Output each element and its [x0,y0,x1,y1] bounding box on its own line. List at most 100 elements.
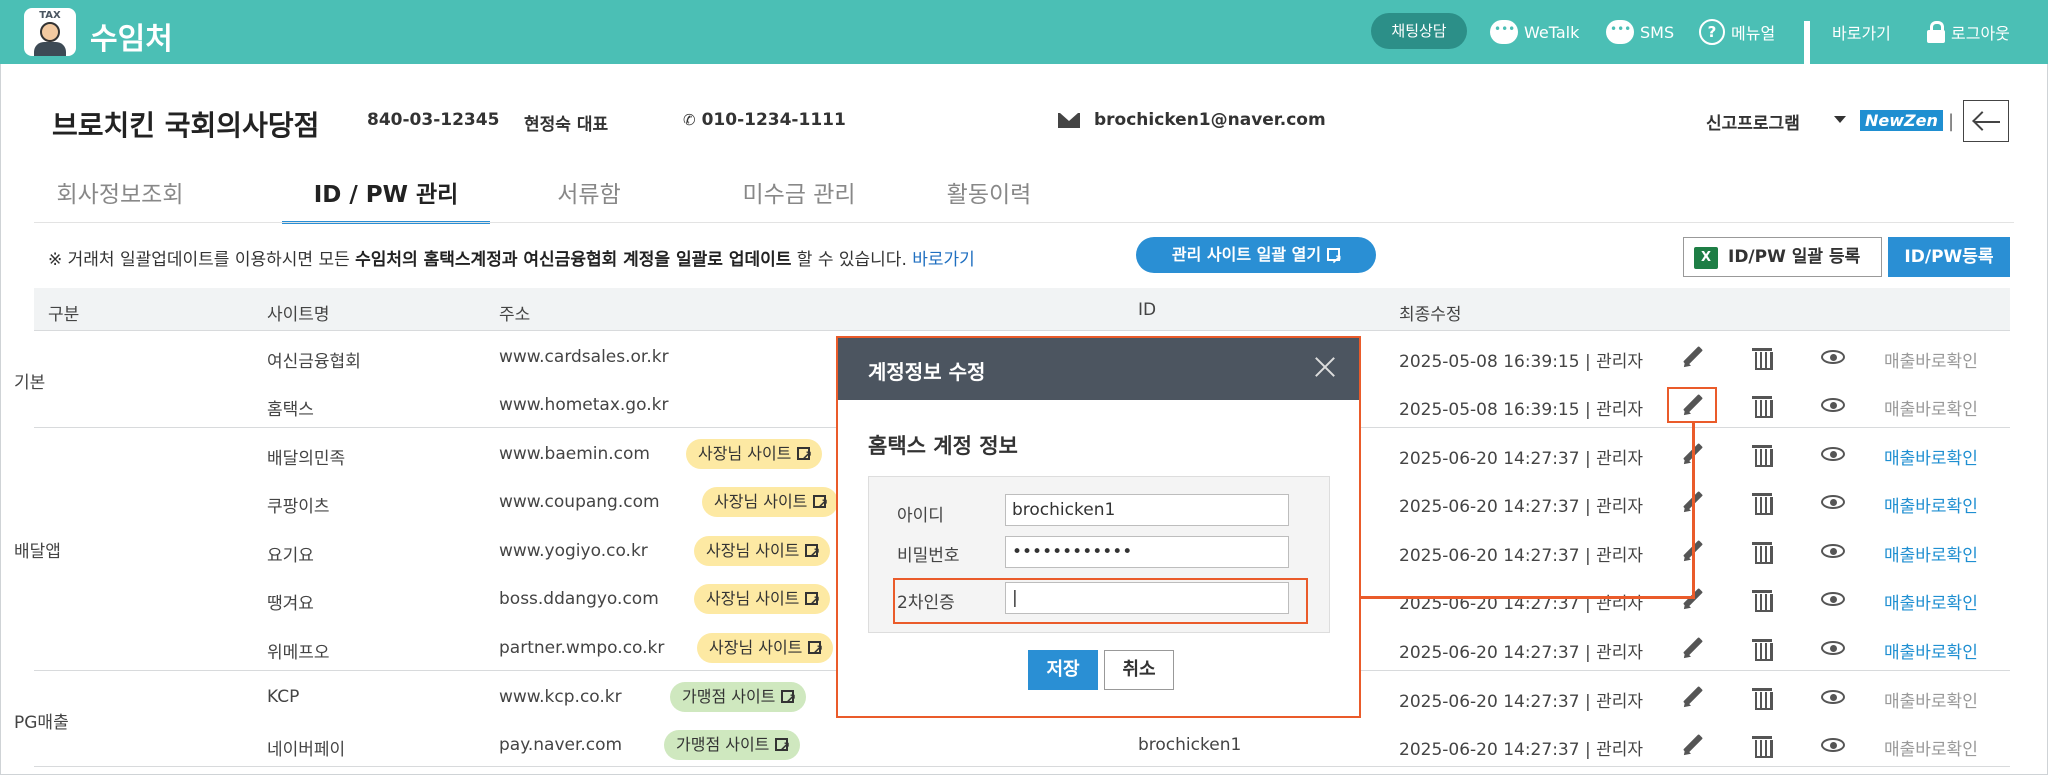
id-input[interactable]: brochicken1 [1005,494,1289,526]
external-link-icon [805,587,820,617]
site-link-tag[interactable]: 사장님 사이트 [702,487,839,520]
otp-label: 2차인증 [897,593,955,613]
tag-label: 사장님 사이트 [706,541,800,560]
wetalk-label: WeTalk [1524,22,1580,42]
tab-id-pw[interactable]: ID / PW 관리 [282,170,490,224]
delete-trash-icon[interactable] [1752,637,1774,661]
logout-label: 로그아웃 [1951,24,2010,43]
tag-label: 사장님 사이트 [706,589,800,608]
site-url: boss.ddangyo.com [499,589,659,609]
table-header: 구분 사이트명 주소 ID 최종수정 [34,288,2010,331]
chevron-down-icon[interactable] [1834,116,1846,123]
sms-link[interactable]: SMS [1606,16,1674,48]
email: brochicken1@naver.com [1094,110,1326,130]
delete-trash-icon[interactable] [1752,394,1774,418]
site-link-tag[interactable]: 가맹점 사이트 [670,682,807,715]
last-modified: 2025-06-20 14:27:37 | 관리자 [1399,643,1644,663]
delete-trash-icon[interactable] [1752,491,1774,515]
manual-link[interactable]: ? 메뉴얼 [1699,16,1775,48]
sales-check-link[interactable]: 매출바로확인 [1884,395,1978,420]
bulk-register-button[interactable]: X ID/PW 일괄 등록 [1683,237,1882,277]
site-name: 쿠팡이츠 [267,497,330,517]
sales-check-link[interactable]: 매출바로확인 [1884,638,1978,663]
delete-trash-icon[interactable] [1752,734,1774,758]
tag-label: 가맹점 사이트 [682,687,776,706]
register-button[interactable]: ID/PW등록 [1888,237,2010,277]
external-link-icon [797,442,812,472]
top-bar: TAX 수임처 채팅상담 WeTalk SMS ? 메뉴얼 바로가기 로그아웃 [0,0,2048,75]
view-eye-icon[interactable] [1821,495,1845,509]
last-modified: 2025-06-20 14:27:37 | 관리자 [1399,449,1644,469]
manual-label: 메뉴얼 [1731,24,1776,43]
site-name: 네이버페이 [267,740,346,760]
external-link-icon [775,733,790,763]
site-link-tag[interactable]: 가맹점 사이트 [664,730,801,763]
save-button[interactable]: 저장 [1028,650,1098,690]
report-program-select[interactable]: 신고프로그램 [1706,109,1800,134]
site-link-tag[interactable]: 사장님 사이트 [694,536,831,569]
tab-receivables[interactable]: 미수금 관리 [694,170,904,224]
shortcut-text-link[interactable]: 바로가기 [912,250,975,270]
view-eye-icon[interactable] [1821,447,1845,461]
sales-check-link[interactable]: 매출바로확인 [1884,687,1978,712]
view-eye-icon[interactable] [1821,592,1845,606]
delete-trash-icon[interactable] [1752,346,1774,370]
wetalk-icon [1490,20,1518,44]
view-eye-icon[interactable] [1821,544,1845,558]
site-url: partner.wmpo.co.kr [499,638,665,658]
sales-check-link[interactable]: 매출바로확인 [1884,735,1978,760]
view-eye-icon[interactable] [1821,738,1845,752]
view-eye-icon[interactable] [1821,350,1845,364]
tab-documents[interactable]: 서류함 [514,170,664,224]
site-name: 배달의민족 [267,449,346,469]
chat-consult-button[interactable]: 채팅상담 [1371,13,1467,49]
edit-account-modal: 계정정보 수정 홈택스 계정 정보 아이디 brochicken1 비밀번호 •… [836,336,1361,718]
lock-icon [1927,21,1945,43]
tag-label: 가맹점 사이트 [676,735,770,754]
view-eye-icon[interactable] [1821,398,1845,412]
open-sites-button[interactable]: 관리 사이트 일괄 열기 [1136,237,1376,279]
header-category: 구분 [48,305,80,325]
site-link-tag[interactable]: 사장님 사이트 [694,584,831,617]
sales-check-link[interactable]: 매출바로확인 [1884,589,1978,614]
view-eye-icon[interactable] [1821,641,1845,655]
tax-logo-icon: TAX [24,8,76,56]
close-icon[interactable] [1312,354,1338,380]
help-icon: ? [1699,19,1725,45]
view-eye-icon[interactable] [1821,690,1845,704]
sales-check-link[interactable]: 매출바로확인 [1884,444,1978,469]
phone: ✆ 010-1234-1111 [683,110,846,130]
edit-pencil-icon[interactable] [1681,734,1703,756]
delete-trash-icon[interactable] [1752,443,1774,467]
divider: | [1948,111,1955,132]
delete-trash-icon[interactable] [1752,588,1774,612]
last-modified: 2025-06-20 14:27:37 | 관리자 [1399,594,1644,614]
app-title: 수임처 [90,22,173,57]
site-name: 여신금융협회 [267,352,361,372]
cancel-button[interactable]: 취소 [1104,650,1174,690]
newzen-badge[interactable]: NewZen [1860,110,1943,131]
sales-check-link[interactable]: 매출바로확인 [1884,347,1978,372]
tab-company-info[interactable]: 회사정보조회 [34,170,206,224]
account-form: 아이디 brochicken1 비밀번호 •••••••••••• 2차인증 | [868,476,1330,633]
delete-trash-icon[interactable] [1752,686,1774,710]
delete-trash-icon[interactable] [1752,540,1774,564]
sales-check-link[interactable]: 매출바로확인 [1884,492,1978,517]
tab-activity[interactable]: 활동이력 [914,170,1064,224]
logout-link[interactable]: 로그아웃 [1927,16,2010,48]
otp-input[interactable]: | [1005,582,1289,614]
password-input[interactable]: •••••••••••• [1005,536,1289,568]
site-name: 위메프오 [267,643,330,663]
modal-title: 계정정보 수정 [868,360,986,384]
sales-check-link[interactable]: 매출바로확인 [1884,541,1978,566]
shortcut-link[interactable]: 바로가기 [1804,16,1891,75]
edit-pencil-icon[interactable] [1681,637,1703,659]
representative: 현정숙 대표 [524,115,609,135]
edit-pencil-icon[interactable] [1681,346,1703,368]
grid-icon [1804,21,1826,75]
back-arrow-button[interactable] [1963,100,2009,142]
site-link-tag[interactable]: 사장님 사이트 [686,439,823,472]
site-link-tag[interactable]: 사장님 사이트 [697,633,834,666]
wetalk-link[interactable]: WeTalk [1490,16,1579,48]
edit-pencil-icon[interactable] [1681,686,1703,708]
